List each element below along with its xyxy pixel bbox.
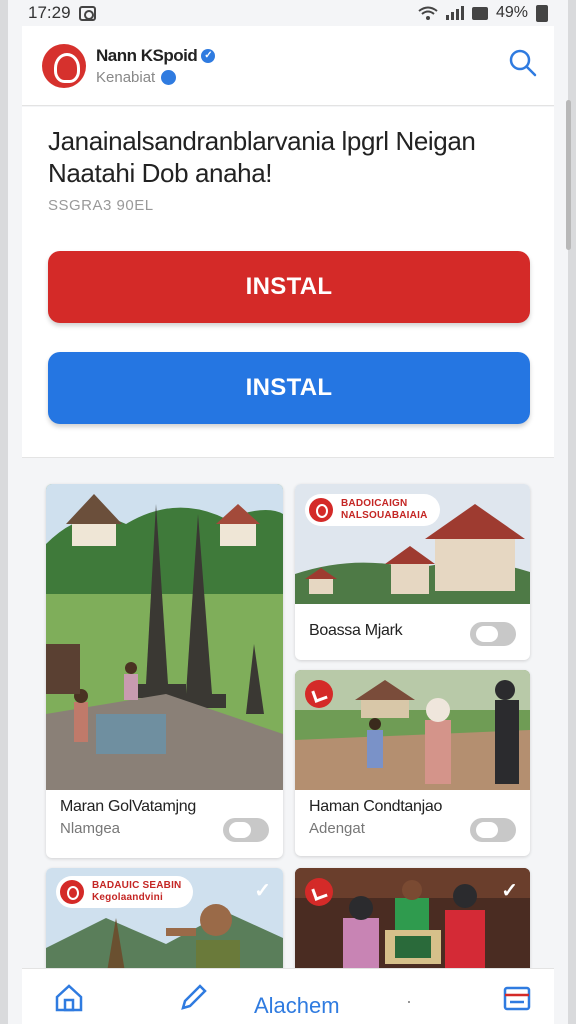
app-name: Nann KSpoid	[96, 45, 198, 65]
card-title: Boassa Mjark	[309, 622, 403, 639]
card-subtitle: Nlamgea	[60, 820, 121, 837]
nav-dots: ·	[406, 991, 412, 1011]
pencil-icon[interactable]	[178, 983, 208, 1013]
card-man-mountains[interactable]: BADAUIC SEABIN Kegolaandvini ✓	[46, 868, 283, 978]
meta-text: SSGRA3 90EL	[48, 197, 154, 214]
battery-saver-icon	[471, 6, 488, 20]
main-panel: Janainalsandranblarvania lpgrl Neigan Na…	[22, 107, 554, 457]
badge-logo-icon	[309, 498, 333, 522]
card-title: Maran GolVatamjng	[60, 798, 197, 815]
card-title: Haman Condtanjao	[309, 798, 443, 815]
check-icon: ✓	[254, 880, 271, 902]
verified-icon: ✓	[201, 48, 216, 63]
badge-logo-icon	[60, 880, 84, 904]
app-logo[interactable]	[42, 43, 86, 88]
card-village-people[interactable]: Haman Condtanjao Adengat	[295, 670, 530, 856]
app-subtitle: Kenabiat	[96, 68, 156, 86]
battery-icon	[536, 4, 548, 22]
app-header: Nann KSpoid ✓ Kenabiat	[22, 26, 554, 106]
card-toggle[interactable]	[223, 818, 269, 842]
video-badge-icon	[305, 680, 333, 708]
section-divider	[22, 457, 554, 458]
nav-center-label[interactable]: Alachem	[254, 993, 340, 1019]
menu-icon[interactable]	[502, 983, 532, 1013]
phone-screen: 17:29 49% Nann KSpoid ✓ Kenabiat Janainal…	[8, 0, 568, 1024]
install-button-red[interactable]: INSTAL	[48, 251, 530, 323]
card-temple-garden[interactable]: Maran GolVatamjng Nlamgea	[46, 484, 283, 858]
card-toggle[interactable]	[470, 622, 516, 646]
check-icon: ✓	[501, 880, 518, 902]
headline: Janainalsandranblarvania lpgrl Neigan Na…	[48, 126, 476, 188]
scrollbar[interactable]	[566, 100, 571, 250]
camera-icon	[78, 5, 96, 21]
globe-icon	[161, 69, 177, 85]
badge-label: BADAUIC SEABIN Kegolaandvini	[56, 876, 194, 908]
bottom-nav: Alachem ·	[22, 968, 554, 1024]
wifi-icon	[418, 6, 438, 20]
search-icon[interactable]	[508, 48, 538, 78]
card-traditional-house[interactable]: BADOICAIGN NALSOUABAIAIA Boassa Mjark	[295, 484, 530, 660]
home-icon[interactable]	[54, 983, 84, 1013]
video-badge-icon	[305, 878, 333, 906]
card-people-box[interactable]: ✓	[295, 868, 530, 978]
temple-garden-image	[46, 484, 283, 790]
card-subtitle: Adengat	[309, 820, 365, 837]
status-bar: 17:29 49%	[8, 0, 568, 26]
battery-percent: 49%	[495, 4, 528, 21]
install-button-blue[interactable]: INSTAL	[48, 352, 530, 424]
badge-label: BADOICAIGN NALSOUABAIAIA	[305, 494, 440, 526]
status-time: 17:29	[28, 3, 71, 22]
card-toggle[interactable]	[470, 818, 516, 842]
signal-icon	[445, 6, 464, 20]
